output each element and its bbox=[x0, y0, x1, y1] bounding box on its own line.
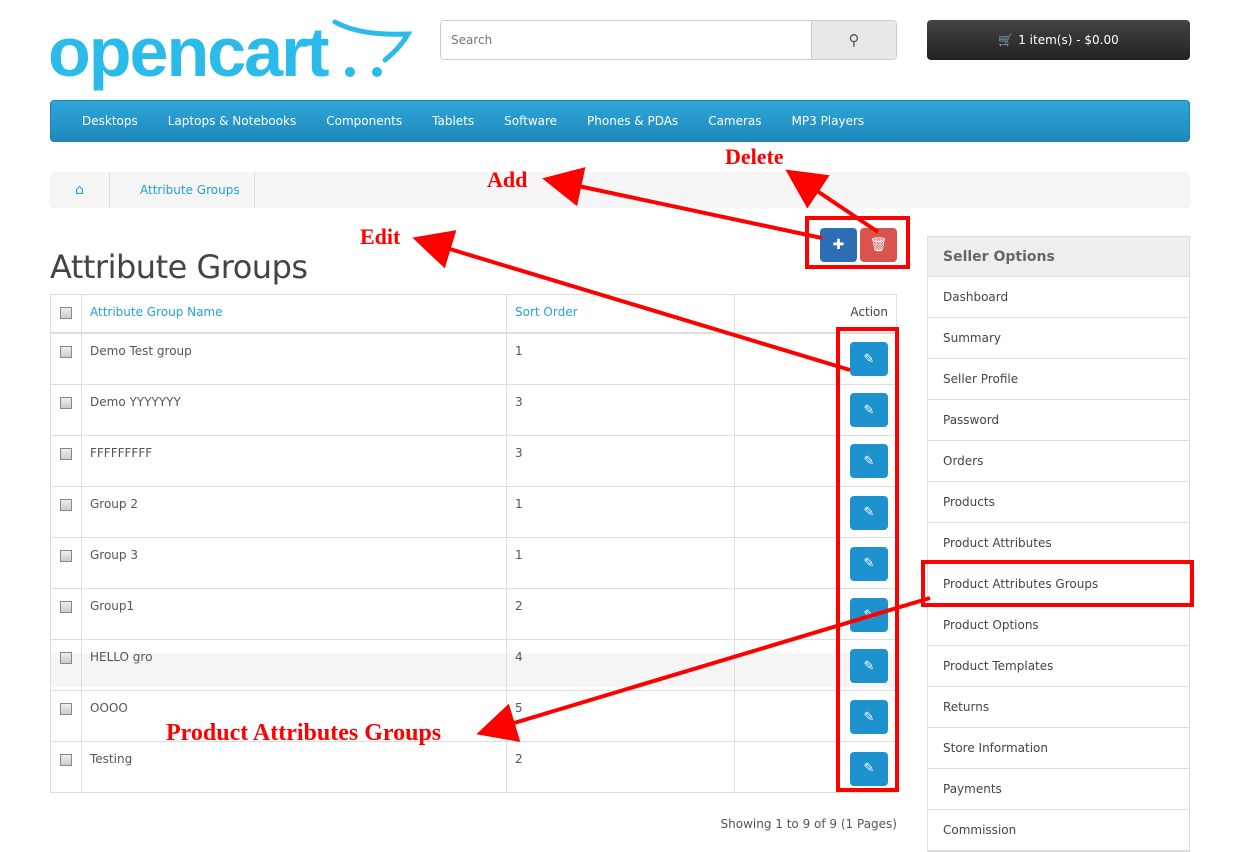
annotation-delete: Delete bbox=[725, 144, 784, 169]
annotation-edit: Edit bbox=[360, 224, 401, 249]
arrow-add bbox=[542, 167, 823, 240]
annotation-product-attributes-groups: Product Attributes Groups bbox=[166, 720, 442, 746]
arrow-edit bbox=[412, 230, 851, 372]
annotation-overlay bbox=[412, 167, 1194, 792]
arrow-delete bbox=[785, 169, 880, 234]
highlight-box-edit bbox=[836, 327, 899, 792]
highlight-box-add-delete bbox=[805, 216, 910, 269]
arrow-groups bbox=[476, 596, 931, 742]
annotation-add: Add bbox=[487, 167, 528, 192]
highlight-box-sidebar-item bbox=[921, 560, 1194, 607]
